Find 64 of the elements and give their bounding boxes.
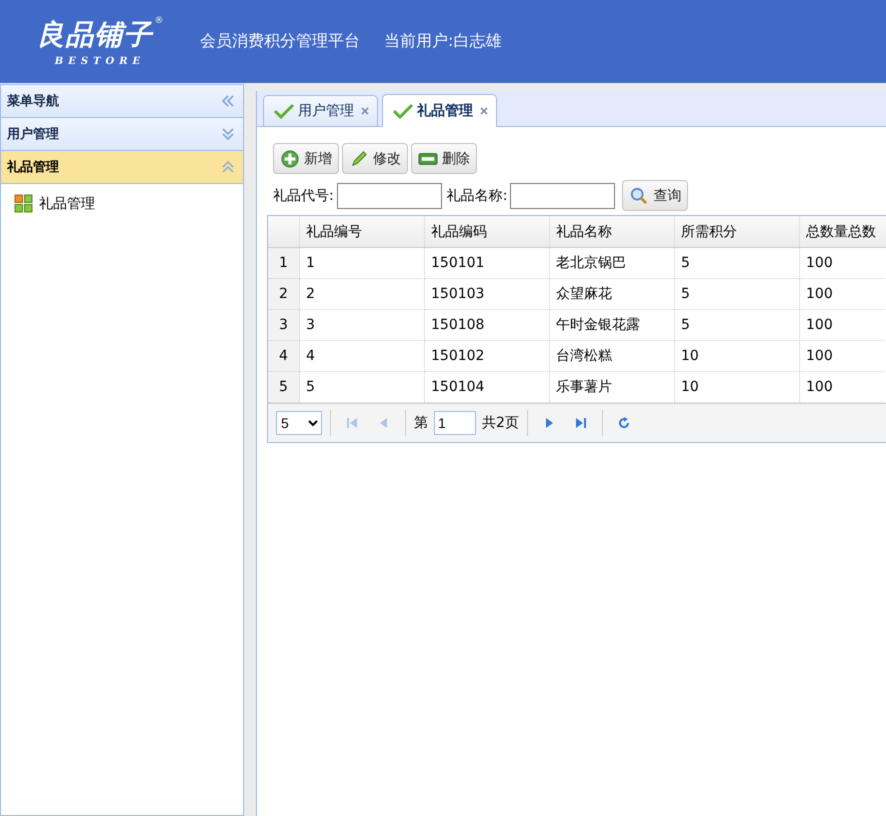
expand-icon	[221, 127, 235, 141]
column-header[interactable]: 礼品编码	[425, 216, 550, 247]
check-icon	[274, 103, 294, 119]
table-cell: 100	[800, 248, 886, 279]
column-header[interactable]: 所需积分	[675, 216, 800, 247]
page-count: 共2页	[482, 414, 519, 432]
row-number: 3	[268, 310, 300, 341]
row-number: 1	[268, 248, 300, 279]
table-cell: 午时金银花露	[550, 310, 675, 341]
field-label: 礼品代号:	[273, 186, 334, 204]
table-cell: 100	[800, 310, 886, 341]
logo-title: 良品铺子	[36, 17, 152, 53]
toolbar-button[interactable]: 删除	[411, 143, 477, 174]
input-field[interactable]	[336, 182, 442, 208]
table-cell: 5	[675, 310, 800, 341]
check-icon	[393, 103, 413, 119]
plus-icon	[280, 150, 300, 168]
table-cell: 众望麻花	[550, 279, 675, 310]
sidebar-title: 菜单导航	[7, 92, 59, 110]
row-number: 4	[268, 341, 300, 372]
registered-mark: ®	[154, 16, 164, 26]
input-field[interactable]	[510, 182, 616, 208]
table-cell: 3	[300, 310, 425, 341]
logo-subtitle: BESTORE	[54, 56, 146, 67]
row-number: 5	[268, 372, 300, 403]
close-icon[interactable]	[361, 107, 369, 115]
platform-title: 会员消费积分管理平台	[200, 31, 360, 52]
field-label: 礼品名称:	[446, 186, 508, 204]
accordion-header[interactable]: 礼品管理	[1, 151, 243, 184]
modules-icon	[14, 194, 33, 213]
collapse-icon	[221, 160, 235, 174]
table-cell: 5	[675, 248, 800, 279]
table-cell: 150102	[425, 341, 550, 372]
table-cell: 100	[800, 279, 886, 310]
table-cell: 150101	[425, 248, 550, 279]
table-cell: 100	[800, 341, 886, 372]
close-icon[interactable]	[480, 107, 488, 115]
table-cell: 10	[675, 341, 800, 372]
table-cell: 5	[675, 279, 800, 310]
page-size-select[interactable]: 5	[276, 411, 322, 435]
table-cell: 4	[300, 341, 425, 372]
row-number: 2	[268, 279, 300, 310]
accordion-header[interactable]: 用户管理	[1, 118, 243, 151]
column-header[interactable]: 礼品名称	[550, 216, 675, 247]
tab[interactable]: 用户管理	[263, 95, 378, 126]
search-button[interactable]: 查询	[622, 180, 688, 211]
table-cell: 老北京锅巴	[550, 248, 675, 279]
table-cell: 150103	[425, 279, 550, 310]
current-user: 当前用户:白志雄	[384, 31, 502, 52]
table-cell: 1	[300, 248, 425, 279]
collapse-icon[interactable]	[221, 94, 235, 108]
toolbar-button[interactable]: 修改	[342, 143, 408, 174]
tab[interactable]: 礼品管理	[382, 94, 497, 127]
menu-item[interactable]: 礼品管理	[1, 192, 243, 215]
toolbar-button[interactable]: 新增	[273, 143, 339, 174]
column-header[interactable]: 礼品编号	[300, 216, 425, 247]
page-label: 第	[414, 414, 428, 432]
page-number-field[interactable]: 1	[434, 411, 476, 435]
search-icon	[629, 186, 650, 204]
pencil-icon	[349, 150, 369, 168]
table-cell: 2	[300, 279, 425, 310]
column-header[interactable]: 总数量总数	[800, 216, 886, 247]
table-cell: 150108	[425, 310, 550, 341]
table-cell: 台湾松糕	[550, 341, 675, 372]
